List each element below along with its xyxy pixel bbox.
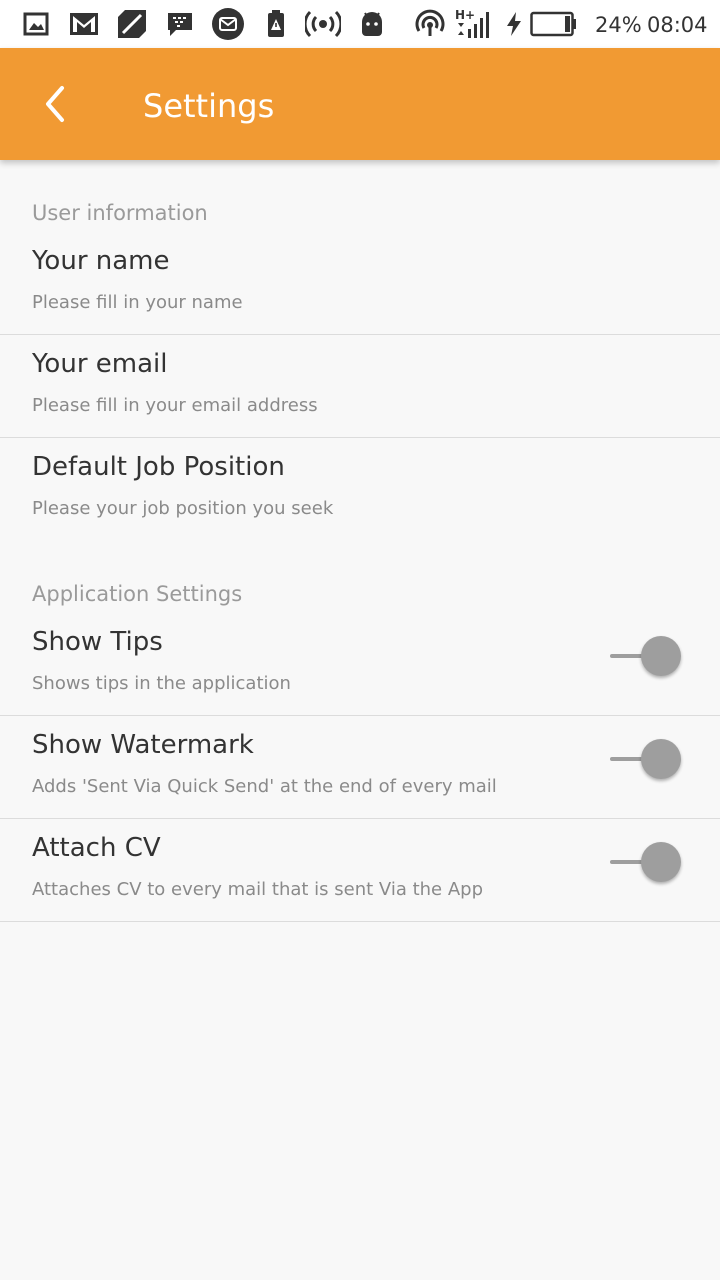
- clock: 08:04: [647, 13, 708, 37]
- pref-summary: Attaches CV to every mail that is sent V…: [32, 879, 483, 900]
- app-toolbar: Settings: [0, 48, 720, 160]
- show-tips-switch[interactable]: [610, 634, 682, 678]
- pref-title: Default Job Position: [32, 452, 285, 482]
- battery-icon: [530, 8, 578, 40]
- alert-icon: [264, 8, 288, 40]
- section-header-application-settings: Application Settings: [32, 582, 243, 606]
- show-watermark-switch[interactable]: [610, 737, 682, 781]
- svg-text:H+: H+: [455, 8, 475, 22]
- gmail-icon: [68, 8, 100, 40]
- pref-show-watermark[interactable]: Show Watermark Adds 'Sent Via Quick Send…: [0, 716, 720, 819]
- switch-thumb: [641, 842, 681, 882]
- pref-title: Attach CV: [32, 833, 161, 863]
- android-icon: [358, 8, 386, 40]
- battery-percent: 24%: [595, 13, 642, 37]
- chevron-left-icon: [46, 86, 64, 122]
- switch-thumb: [641, 739, 681, 779]
- back-button[interactable]: [24, 72, 88, 136]
- switch-thumb: [641, 636, 681, 676]
- divider: [0, 921, 720, 922]
- status-bar: H+ 24% 08:04: [0, 0, 720, 48]
- page-title: Settings: [143, 87, 275, 125]
- hotspot-icon: [304, 8, 342, 40]
- gallery-icon: [22, 8, 50, 40]
- pref-title: Show Watermark: [32, 730, 254, 760]
- signal-icon: H+: [454, 8, 490, 40]
- pref-summary: Adds 'Sent Via Quick Send' at the end of…: [32, 776, 497, 797]
- section-header-user-information: User information: [32, 201, 208, 225]
- pref-title: Show Tips: [32, 627, 163, 657]
- attach-cv-switch[interactable]: [610, 840, 682, 884]
- pref-summary: Please fill in your name: [32, 292, 243, 313]
- mail-icon: [210, 8, 246, 40]
- pref-your-name[interactable]: Your name Please fill in your name: [0, 232, 720, 335]
- pref-summary: Please fill in your email address: [32, 395, 318, 416]
- pref-attach-cv[interactable]: Attach CV Attaches CV to every mail that…: [0, 819, 720, 922]
- charging-icon: [504, 8, 524, 40]
- wifi-icon: [414, 8, 446, 40]
- pref-title: Your name: [32, 246, 170, 276]
- bbm-icon: [165, 8, 195, 40]
- pref-summary: Please your job position you seek: [32, 498, 334, 519]
- app-icon: [116, 8, 148, 40]
- pref-your-email[interactable]: Your email Please fill in your email add…: [0, 335, 720, 438]
- pref-show-tips[interactable]: Show Tips Shows tips in the application: [0, 613, 720, 716]
- pref-summary: Shows tips in the application: [32, 673, 291, 694]
- pref-default-job-position[interactable]: Default Job Position Please your job pos…: [0, 438, 720, 541]
- pref-title: Your email: [32, 349, 168, 379]
